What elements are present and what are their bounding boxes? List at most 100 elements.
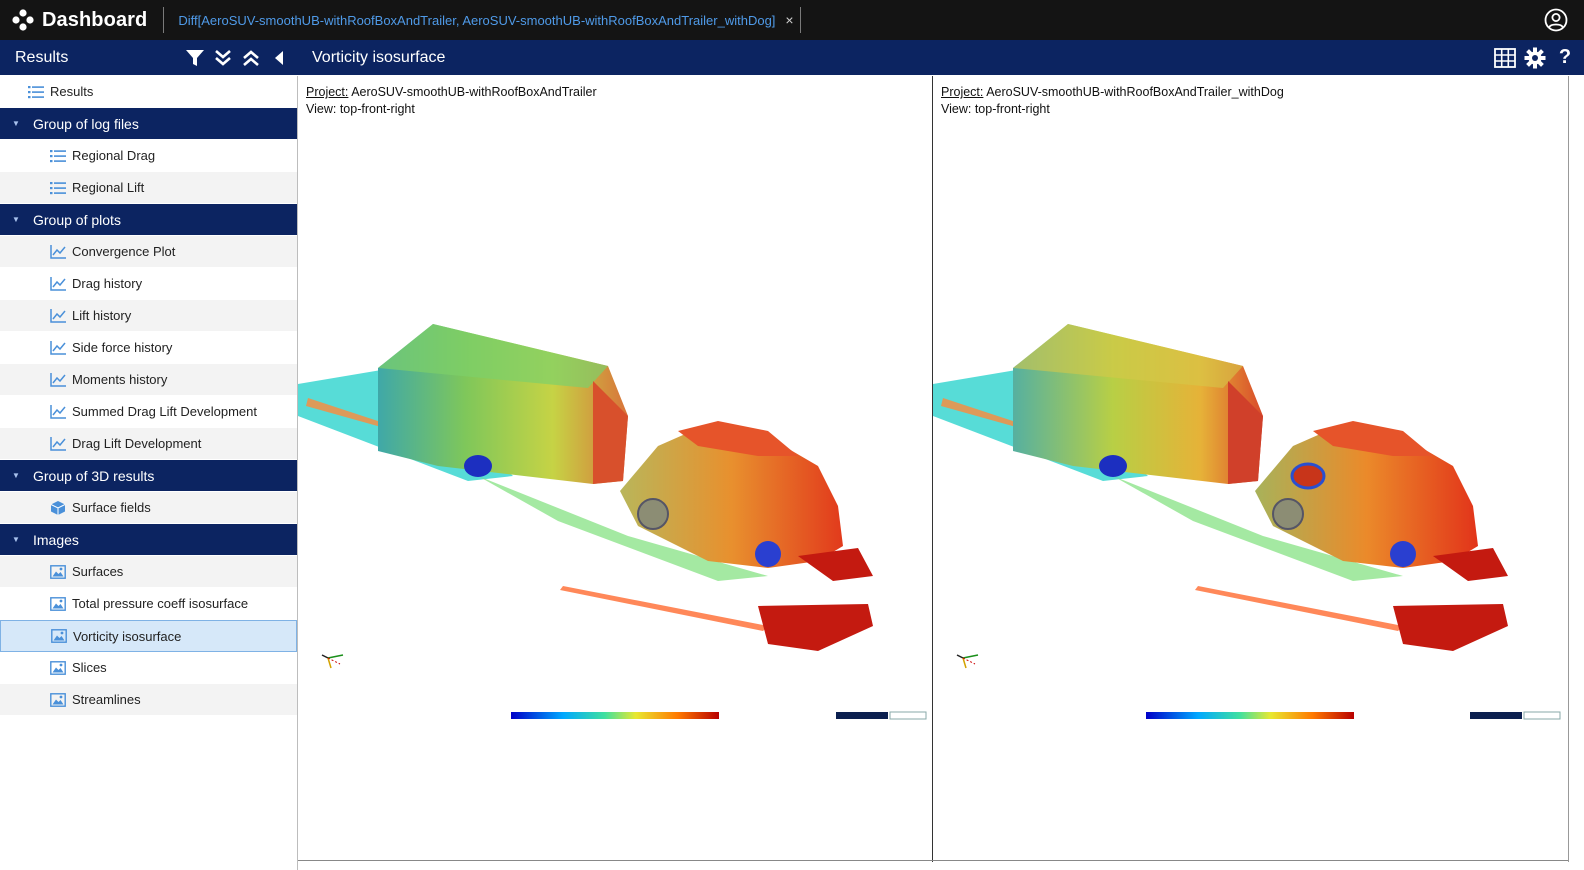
vorticity-render-image xyxy=(298,324,927,720)
sidebar-tools xyxy=(184,47,298,69)
tree-group-3d-results[interactable]: ▼ Group of 3D results xyxy=(0,460,297,492)
tree-item-surface-fields[interactable]: Surface fields xyxy=(0,492,297,524)
group-label: Group of 3D results xyxy=(33,467,155,484)
header-bar: Results Vorticity isosurface ? xyxy=(0,40,1584,75)
caret-down-icon[interactable]: ▼ xyxy=(12,215,33,224)
axes-triad xyxy=(956,654,979,669)
tree-group-log-files[interactable]: ▼ Group of log files xyxy=(0,108,297,140)
line-chart-icon xyxy=(50,276,66,292)
diff-tab[interactable]: Diff[AeroSUV-smoothUB-withRoofBoxAndTrai… xyxy=(164,0,793,40)
tree-item-vorticity-isosurface[interactable]: Vorticity isosurface xyxy=(0,620,297,652)
tree-item-label: Results xyxy=(50,84,94,99)
tab-close-icon[interactable]: × xyxy=(785,12,793,28)
sidebar-header: Results xyxy=(0,40,298,75)
top-bar: Dashboard Diff[AeroSUV-smoothUB-withRoof… xyxy=(0,0,1584,40)
line-chart-icon xyxy=(50,308,66,324)
caret-down-icon[interactable]: ▼ xyxy=(12,535,33,544)
tree-item-label: Convergence Plot xyxy=(72,244,176,259)
tree-item-total-pressure[interactable]: Total pressure coeff isosurface xyxy=(0,588,297,620)
tree-item-label: Streamlines xyxy=(72,692,141,707)
tree-item-label: Vorticity isosurface xyxy=(73,628,182,644)
tree-item-label: Drag history xyxy=(72,276,143,291)
brand[interactable]: Dashboard xyxy=(0,0,155,40)
gear-icon[interactable] xyxy=(1524,47,1546,69)
chevrons-down-icon[interactable] xyxy=(212,47,234,69)
list-icon xyxy=(28,84,44,100)
view-name: View: top-front-right xyxy=(941,102,1050,116)
pane-info: Project: AeroSUV-smoothUB-withRoofBoxAnd… xyxy=(941,84,1284,118)
tree-item-surfaces[interactable]: Surfaces xyxy=(0,556,297,588)
tab-separator xyxy=(799,7,801,33)
tree-item-label: Slices xyxy=(72,660,107,675)
line-chart-icon xyxy=(50,372,66,388)
tree-item-drag-lift-development[interactable]: Drag Lift Development xyxy=(0,428,297,460)
cube-icon xyxy=(50,500,66,516)
triangle-left-icon[interactable] xyxy=(268,47,290,69)
render-pane-left[interactable]: Project: AeroSUV-smoothUB-withRoofBoxAnd… xyxy=(298,76,933,862)
tree-group-images[interactable]: ▼ Images xyxy=(0,524,297,556)
image-icon xyxy=(50,692,66,708)
tree-item-label: Regional Drag xyxy=(72,148,156,163)
grid-icon[interactable] xyxy=(1494,47,1516,69)
tree-item-streamlines[interactable]: Streamlines xyxy=(0,684,297,716)
tree-item-label: Moments history xyxy=(72,372,168,387)
tree-item-summed-drag-lift[interactable]: Summed Drag Lift Development xyxy=(0,396,297,428)
tree-item-label: Summed Drag Lift Development xyxy=(72,404,257,419)
colorbar xyxy=(511,712,719,719)
group-label: Images xyxy=(33,531,79,548)
tree-item-regional-drag[interactable]: Regional Drag xyxy=(0,140,297,172)
tree-item-lift-history[interactable]: Lift history xyxy=(0,300,297,332)
tree-item-label: Surfaces xyxy=(72,564,124,579)
app-title: Dashboard xyxy=(42,8,148,31)
line-chart-icon xyxy=(50,244,66,260)
image-icon xyxy=(50,660,66,676)
tree-item-drag-history[interactable]: Drag history xyxy=(0,268,297,300)
image-icon xyxy=(50,564,66,580)
colorbar xyxy=(1146,712,1354,719)
user-circle-icon[interactable] xyxy=(1544,8,1568,32)
tree-group-plots[interactable]: ▼ Group of plots xyxy=(0,204,297,236)
tree-item-label: Total pressure coeff isosurface xyxy=(72,596,249,611)
render-pane-right[interactable]: Project: AeroSUV-smoothUB-withRoofBoxAnd… xyxy=(933,76,1569,862)
tree-item-moments-history[interactable]: Moments history xyxy=(0,364,297,396)
panel-title: Vorticity isosurface xyxy=(312,48,446,66)
line-chart-icon xyxy=(50,404,66,420)
comparison-area: Project: AeroSUV-smoothUB-withRoofBoxAnd… xyxy=(298,76,1584,870)
line-chart-icon xyxy=(50,436,66,452)
dashboard-logo-icon xyxy=(12,9,34,31)
chevrons-up-icon[interactable] xyxy=(240,47,262,69)
image-icon xyxy=(51,628,67,644)
results-sidebar: Results ▼ Group of log files Regional Dr… xyxy=(0,76,298,870)
axes-triad xyxy=(321,654,344,669)
project-label: Project: xyxy=(941,85,984,99)
tree-item-label: Lift history xyxy=(72,308,132,323)
tree-item-regional-lift[interactable]: Regional Lift xyxy=(0,172,297,204)
project-name: AeroSUV-smoothUB-withRoofBoxAndTrailer_w… xyxy=(986,85,1284,99)
line-chart-icon xyxy=(50,340,66,356)
tree-item-label: Regional Lift xyxy=(72,180,145,195)
filter-icon[interactable] xyxy=(184,47,206,69)
tree-item-side-force-history[interactable]: Side force history xyxy=(0,332,297,364)
tree-item-results[interactable]: Results xyxy=(0,76,297,108)
project-name: AeroSUV-smoothUB-withRoofBoxAndTrailer xyxy=(351,85,597,99)
tree-item-slices[interactable]: Slices xyxy=(0,652,297,684)
tree-item-label: Surface fields xyxy=(72,500,151,515)
list-icon xyxy=(50,180,66,196)
tree-item-label: Side force history xyxy=(72,340,173,355)
view-name: View: top-front-right xyxy=(306,102,415,116)
pane-info: Project: AeroSUV-smoothUB-withRoofBoxAnd… xyxy=(306,84,597,118)
content-bottom-border xyxy=(298,860,1568,861)
sidebar-title: Results xyxy=(15,48,69,66)
icon-cfd-logo xyxy=(836,711,927,720)
tree-item-convergence-plot[interactable]: Convergence Plot xyxy=(0,236,297,268)
group-label: Group of plots xyxy=(33,211,121,228)
tab-label[interactable]: Diff[AeroSUV-smoothUB-withRoofBoxAndTrai… xyxy=(178,13,775,28)
group-label: Group of log files xyxy=(33,115,139,132)
list-icon xyxy=(50,148,66,164)
project-label: Project: xyxy=(306,85,349,99)
vorticity-render-image xyxy=(933,324,1561,720)
caret-down-icon[interactable]: ▼ xyxy=(12,471,33,480)
tree-item-label: Drag Lift Development xyxy=(72,436,202,451)
caret-down-icon[interactable]: ▼ xyxy=(12,119,33,128)
help-icon[interactable]: ? xyxy=(1554,46,1576,69)
